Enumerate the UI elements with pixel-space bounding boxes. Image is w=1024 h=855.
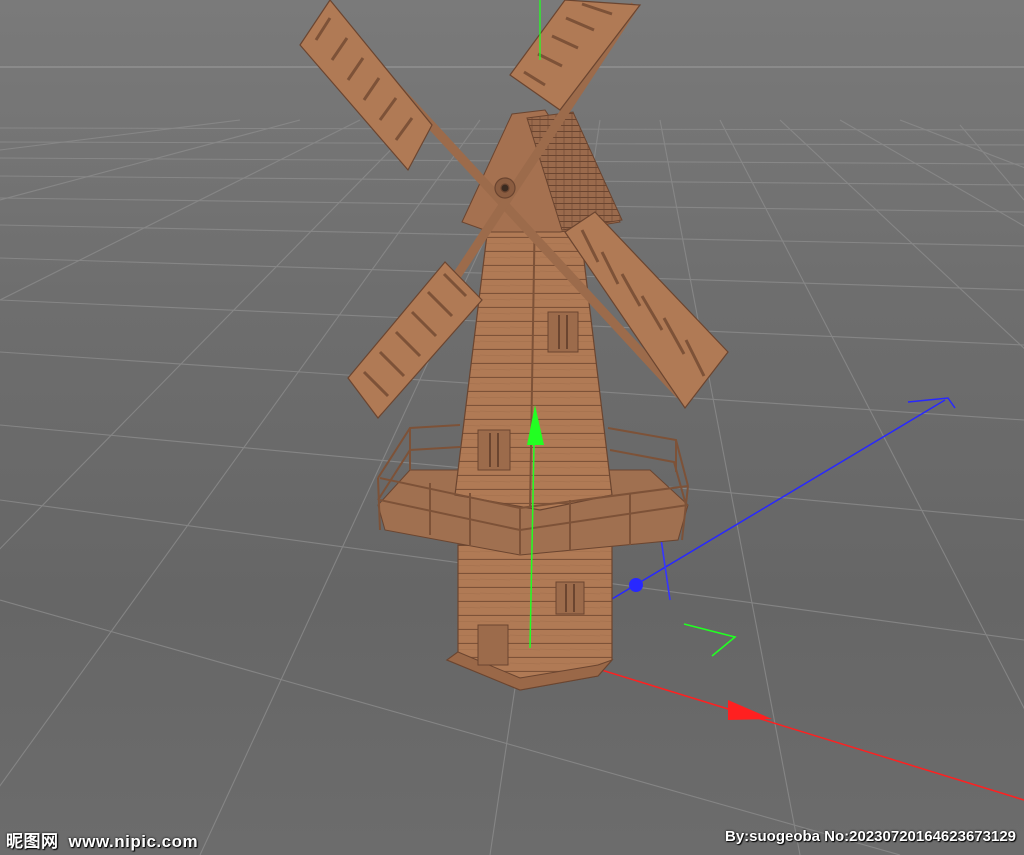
viewport-scene[interactable] — [0, 0, 1024, 855]
x-axis-arrow-icon[interactable] — [728, 700, 772, 720]
sail-top-left — [299, 0, 433, 172]
3d-viewport[interactable]: 昵图网 www.nipic.com By:suogeoba No:20230720… — [0, 0, 1024, 855]
y-rotate-handle-icon[interactable] — [683, 623, 737, 657]
windmill-model[interactable] — [299, 0, 729, 691]
watermark-credit: By:suogeoba No:20230720164623673129 — [724, 828, 1016, 845]
windmill-door — [477, 624, 509, 666]
z-axis-tip-icon — [907, 397, 956, 409]
tower-window-lower — [477, 429, 511, 471]
tower-window-upper — [547, 311, 579, 353]
z-axis-handle-icon[interactable] — [629, 578, 643, 592]
x-axis[interactable] — [529, 647, 1024, 801]
watermark-site-name: 昵图网 — [6, 832, 59, 852]
watermark-site-url: www.nipic.com — [68, 832, 199, 851]
x-axis-line — [529, 647, 1024, 801]
sail-bottom-left — [347, 261, 483, 419]
base-window — [555, 581, 585, 615]
watermark-site: 昵图网 www.nipic.com — [6, 827, 198, 852]
